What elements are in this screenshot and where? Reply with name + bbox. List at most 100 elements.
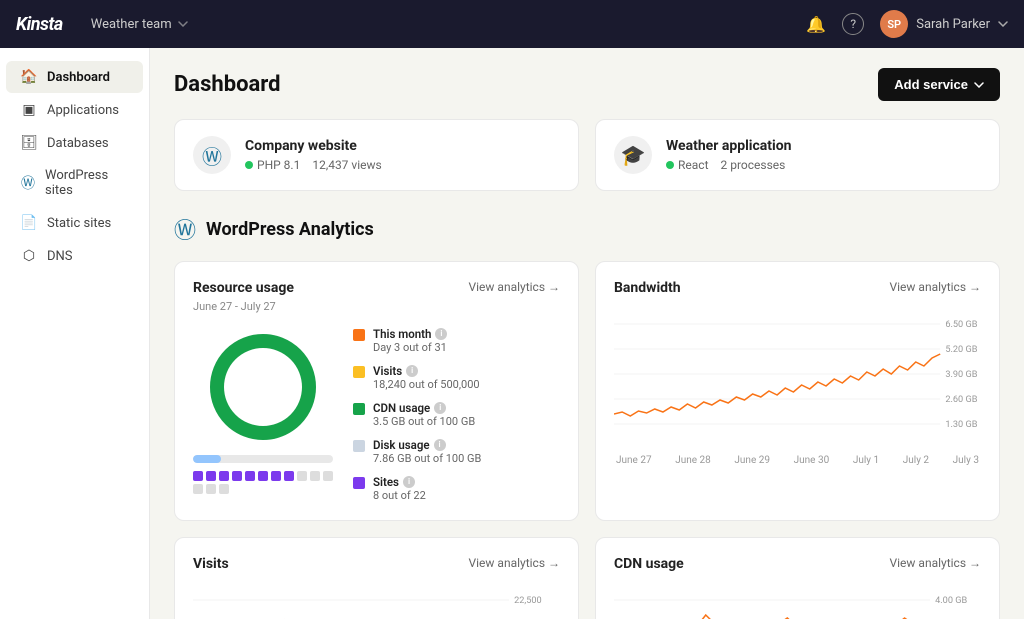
section-wp-icon: Ⓦ: [174, 213, 196, 245]
dot-6: [258, 471, 268, 481]
dot-1: [193, 471, 203, 481]
legend-color-visits: [353, 366, 365, 378]
dot-13: [206, 484, 216, 494]
legend-item-month: This month i Day 3 out of 31: [353, 327, 481, 354]
help-icon[interactable]: ?: [842, 13, 864, 35]
bandwidth-chart-svg: 6.50 GB 5.20 GB 3.90 GB 2.60 GB 1.30 GB: [614, 304, 981, 449]
legend-color-disk: [353, 440, 365, 452]
service-cards: Ⓦ Company website PHP 8.1 12,437 views 🎓: [174, 119, 1000, 191]
dot-8: [284, 471, 294, 481]
sidebar-item-dns[interactable]: ⬡ DNS: [6, 240, 143, 272]
legend-label-sites: Sites i: [373, 475, 426, 489]
info-icon-visits: i: [406, 365, 418, 377]
static-icon: 📄: [20, 215, 38, 231]
svg-text:4.00 GB: 4.00 GB: [935, 596, 967, 606]
service-card-info: Company website PHP 8.1 12,437 views: [245, 138, 382, 172]
service-card-meta: PHP 8.1 12,437 views: [245, 158, 382, 172]
resource-usage-card: Resource usage View analytics → June 27 …: [174, 261, 579, 521]
sidebar-item-databases[interactable]: 🗄 Databases: [6, 127, 143, 159]
section-title: WordPress Analytics: [206, 219, 374, 240]
sidebar-item-applications[interactable]: ▣ Applications: [6, 94, 143, 126]
bandwidth-x-labels: June 27 June 28 June 29 June 30 July 1 J…: [614, 455, 981, 466]
legend-value-sites: 8 out of 22: [373, 489, 426, 502]
bandwidth-view-link[interactable]: View analytics →: [890, 280, 982, 294]
wordpress-service-icon: Ⓦ: [193, 136, 231, 174]
cdn-view-link[interactable]: View analytics →: [890, 556, 982, 570]
page-title: Dashboard: [174, 72, 281, 97]
databases-icon: 🗄: [20, 135, 38, 151]
resource-view-link[interactable]: View analytics →: [469, 280, 561, 294]
svg-text:2.60 GB: 2.60 GB: [945, 395, 977, 405]
weather-service-icon: 🎓: [614, 136, 652, 174]
team-selector[interactable]: Weather team: [91, 17, 188, 32]
weather-processes: 2 processes: [721, 158, 786, 172]
add-service-chevron-icon: [974, 82, 984, 88]
section-header: Ⓦ WordPress Analytics: [174, 213, 1000, 245]
add-service-button[interactable]: Add service: [878, 68, 1000, 101]
legend-label-cdn: CDN usage i: [373, 401, 475, 415]
user-chevron-icon: [998, 21, 1008, 27]
sidebar-item-label: Static sites: [47, 216, 111, 231]
sidebar-item-label: WordPress sites: [45, 168, 129, 198]
svg-text:5.20 GB: 5.20 GB: [945, 345, 977, 355]
svg-text:6.50 GB: 6.50 GB: [945, 320, 977, 330]
wordpress-icon: Ⓦ: [20, 173, 36, 193]
bandwidth-chart-container: 6.50 GB 5.20 GB 3.90 GB 2.60 GB 1.30 GB …: [614, 304, 981, 466]
progress-fill: [193, 455, 221, 463]
top-navigation: Kinsta Weather team 🔔 ? SP Sarah Parker: [0, 0, 1024, 48]
service-card-company[interactable]: Ⓦ Company website PHP 8.1 12,437 views: [174, 119, 579, 191]
svg-text:1.30 GB: 1.30 GB: [945, 420, 977, 430]
legend-text-disk: Disk usage i 7.86 GB out of 100 GB: [373, 438, 481, 465]
user-menu[interactable]: SP Sarah Parker: [880, 10, 1008, 38]
legend-value-month: Day 3 out of 31: [373, 341, 447, 354]
notification-icon[interactable]: 🔔: [806, 15, 826, 34]
donut-area: [193, 327, 333, 494]
visits-header: Visits View analytics →: [193, 556, 560, 572]
visits-view-link[interactable]: View analytics →: [469, 556, 561, 570]
dot-14: [219, 484, 229, 494]
donut-dots: [193, 471, 333, 494]
dot-10: [310, 471, 320, 481]
legend-item-cdn: CDN usage i 3.5 GB out of 100 GB: [353, 401, 481, 428]
legend-value-cdn: 3.5 GB out of 100 GB: [373, 415, 475, 428]
sidebar-item-wordpress[interactable]: Ⓦ WordPress sites: [6, 160, 143, 206]
weather-status-dot: [666, 161, 674, 169]
service-php: PHP 8.1: [257, 158, 300, 172]
team-name: Weather team: [91, 17, 172, 32]
resource-usage-subtitle: June 27 - July 27: [193, 300, 560, 313]
x-label-6: July 2: [903, 455, 929, 466]
service-card-weather[interactable]: 🎓 Weather application React 2 processes: [595, 119, 1000, 191]
x-label-2: June 28: [675, 455, 711, 466]
x-label-4: June 30: [794, 455, 830, 466]
sidebar-item-label: Databases: [47, 136, 109, 151]
applications-icon: ▣: [20, 102, 38, 118]
legend-label-visits: Visits i: [373, 364, 480, 378]
sidebar-item-static[interactable]: 📄 Static sites: [6, 207, 143, 239]
resource-usage-header: Resource usage View analytics →: [193, 280, 560, 296]
svg-text:22,500: 22,500: [514, 596, 542, 606]
page-header: Dashboard Add service: [174, 68, 1000, 101]
kinsta-logo: Kinsta: [16, 14, 63, 35]
visits-card: Visits View analytics → 22,500 18,000: [174, 537, 579, 619]
bandwidth-header: Bandwidth View analytics →: [614, 280, 981, 296]
legend-text-month: This month i Day 3 out of 31: [373, 327, 447, 354]
cdn-title: CDN usage: [614, 556, 684, 572]
app-layout: 🏠 Dashboard ▣ Applications 🗄 Databases Ⓦ…: [0, 48, 1024, 619]
cdn-chart-container: 4.00 GB 3.20 GB: [614, 580, 981, 619]
weather-status: React: [666, 158, 709, 172]
x-label-1: June 27: [616, 455, 652, 466]
info-icon-disk: i: [434, 439, 446, 451]
legend-text-cdn: CDN usage i 3.5 GB out of 100 GB: [373, 401, 475, 428]
service-views: 12,437 views: [312, 158, 381, 172]
dot-5: [245, 471, 255, 481]
svg-text:3.90 GB: 3.90 GB: [945, 370, 977, 380]
cdn-chart-svg: 4.00 GB 3.20 GB: [614, 580, 981, 619]
x-label-3: June 29: [734, 455, 770, 466]
sidebar-item-label: Dashboard: [47, 70, 110, 85]
dot-3: [219, 471, 229, 481]
legend-color-cdn: [353, 403, 365, 415]
visits-chart-container: 22,500 18,000: [193, 580, 560, 619]
legend-value-disk: 7.86 GB out of 100 GB: [373, 452, 481, 465]
sidebar-item-dashboard[interactable]: 🏠 Dashboard: [6, 61, 143, 93]
resource-usage-title: Resource usage: [193, 280, 294, 296]
